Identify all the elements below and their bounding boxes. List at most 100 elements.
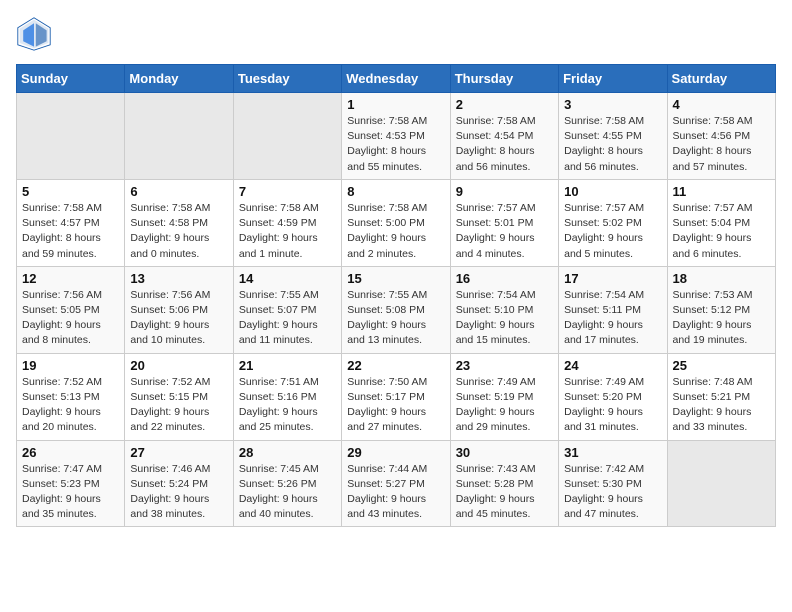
calendar-cell: 3 Sunrise: 7:58 AMSunset: 4:55 PMDaylight… <box>559 93 667 180</box>
day-number: 3 <box>564 97 661 112</box>
day-number: 24 <box>564 358 661 373</box>
day-number: 25 <box>673 358 770 373</box>
day-number: 17 <box>564 271 661 286</box>
calendar-table: SundayMondayTuesdayWednesdayThursdayFrid… <box>16 64 776 527</box>
day-info: Sunrise: 7:44 AMSunset: 5:27 PMDaylight:… <box>347 462 444 523</box>
day-number: 2 <box>456 97 553 112</box>
day-info: Sunrise: 7:58 AMSunset: 4:59 PMDaylight:… <box>239 201 336 262</box>
day-info: Sunrise: 7:43 AMSunset: 5:28 PMDaylight:… <box>456 462 553 523</box>
calendar-cell: 25 Sunrise: 7:48 AMSunset: 5:21 PMDayligh… <box>667 353 775 440</box>
day-number: 21 <box>239 358 336 373</box>
day-header-thursday: Thursday <box>450 65 558 93</box>
logo-icon <box>16 16 52 52</box>
page-header <box>16 16 776 52</box>
day-number: 8 <box>347 184 444 199</box>
day-number: 14 <box>239 271 336 286</box>
calendar-cell: 1 Sunrise: 7:58 AMSunset: 4:53 PMDaylight… <box>342 93 450 180</box>
day-info: Sunrise: 7:47 AMSunset: 5:23 PMDaylight:… <box>22 462 119 523</box>
calendar-cell: 14 Sunrise: 7:55 AMSunset: 5:07 PMDayligh… <box>233 266 341 353</box>
day-info: Sunrise: 7:52 AMSunset: 5:13 PMDaylight:… <box>22 375 119 436</box>
day-number: 10 <box>564 184 661 199</box>
day-number: 12 <box>22 271 119 286</box>
day-header-saturday: Saturday <box>667 65 775 93</box>
day-info: Sunrise: 7:55 AMSunset: 5:08 PMDaylight:… <box>347 288 444 349</box>
calendar-week-row: 19 Sunrise: 7:52 AMSunset: 5:13 PMDayligh… <box>17 353 776 440</box>
day-info: Sunrise: 7:57 AMSunset: 5:02 PMDaylight:… <box>564 201 661 262</box>
calendar-cell: 29 Sunrise: 7:44 AMSunset: 5:27 PMDayligh… <box>342 440 450 527</box>
day-number: 4 <box>673 97 770 112</box>
day-info: Sunrise: 7:57 AMSunset: 5:04 PMDaylight:… <box>673 201 770 262</box>
calendar-cell: 16 Sunrise: 7:54 AMSunset: 5:10 PMDayligh… <box>450 266 558 353</box>
day-number: 7 <box>239 184 336 199</box>
day-info: Sunrise: 7:52 AMSunset: 5:15 PMDaylight:… <box>130 375 227 436</box>
calendar-cell: 13 Sunrise: 7:56 AMSunset: 5:06 PMDayligh… <box>125 266 233 353</box>
day-info: Sunrise: 7:46 AMSunset: 5:24 PMDaylight:… <box>130 462 227 523</box>
calendar-cell: 26 Sunrise: 7:47 AMSunset: 5:23 PMDayligh… <box>17 440 125 527</box>
day-info: Sunrise: 7:58 AMSunset: 4:53 PMDaylight:… <box>347 114 444 175</box>
calendar-cell: 31 Sunrise: 7:42 AMSunset: 5:30 PMDayligh… <box>559 440 667 527</box>
calendar-cell: 11 Sunrise: 7:57 AMSunset: 5:04 PMDayligh… <box>667 179 775 266</box>
calendar-cell: 28Sunrise: 7:45 AMSunset: 5:26 PMDayligh… <box>233 440 341 527</box>
calendar-cell <box>125 93 233 180</box>
calendar-cell: 10 Sunrise: 7:57 AMSunset: 5:02 PMDayligh… <box>559 179 667 266</box>
logo <box>16 16 56 52</box>
day-number: 22 <box>347 358 444 373</box>
day-info: Sunrise: 7:49 AMSunset: 5:19 PMDaylight:… <box>456 375 553 436</box>
day-info: Sunrise: 7:56 AMSunset: 5:06 PMDaylight:… <box>130 288 227 349</box>
calendar-cell: 22 Sunrise: 7:50 AMSunset: 5:17 PMDayligh… <box>342 353 450 440</box>
calendar-cell: 23 Sunrise: 7:49 AMSunset: 5:19 PMDayligh… <box>450 353 558 440</box>
day-info: Sunrise: 7:45 AMSunset: 5:26 PMDaylight:… <box>239 462 336 523</box>
day-info: Sunrise: 7:54 AMSunset: 5:11 PMDaylight:… <box>564 288 661 349</box>
calendar-week-row: 12 Sunrise: 7:56 AMSunset: 5:05 PMDayligh… <box>17 266 776 353</box>
calendar-cell: 5 Sunrise: 7:58 AMSunset: 4:57 PMDaylight… <box>17 179 125 266</box>
calendar-cell: 9 Sunrise: 7:57 AMSunset: 5:01 PMDaylight… <box>450 179 558 266</box>
day-number: 16 <box>456 271 553 286</box>
day-info: Sunrise: 7:58 AMSunset: 4:58 PMDaylight:… <box>130 201 227 262</box>
day-header-tuesday: Tuesday <box>233 65 341 93</box>
calendar-cell: 19 Sunrise: 7:52 AMSunset: 5:13 PMDayligh… <box>17 353 125 440</box>
day-number: 9 <box>456 184 553 199</box>
calendar-week-row: 26 Sunrise: 7:47 AMSunset: 5:23 PMDayligh… <box>17 440 776 527</box>
calendar-cell: 8 Sunrise: 7:58 AMSunset: 5:00 PMDaylight… <box>342 179 450 266</box>
calendar-cell: 20 Sunrise: 7:52 AMSunset: 5:15 PMDayligh… <box>125 353 233 440</box>
day-info: Sunrise: 7:48 AMSunset: 5:21 PMDaylight:… <box>673 375 770 436</box>
calendar-week-row: 1 Sunrise: 7:58 AMSunset: 4:53 PMDaylight… <box>17 93 776 180</box>
day-info: Sunrise: 7:42 AMSunset: 5:30 PMDaylight:… <box>564 462 661 523</box>
day-number: 23 <box>456 358 553 373</box>
calendar-week-row: 5 Sunrise: 7:58 AMSunset: 4:57 PMDaylight… <box>17 179 776 266</box>
day-info: Sunrise: 7:53 AMSunset: 5:12 PMDaylight:… <box>673 288 770 349</box>
calendar-cell: 2Sunrise: 7:58 AMSunset: 4:54 PMDaylight… <box>450 93 558 180</box>
day-number: 31 <box>564 445 661 460</box>
calendar-cell <box>233 93 341 180</box>
calendar-cell <box>17 93 125 180</box>
calendar-cell: 18Sunrise: 7:53 AMSunset: 5:12 PMDayligh… <box>667 266 775 353</box>
day-info: Sunrise: 7:58 AMSunset: 5:00 PMDaylight:… <box>347 201 444 262</box>
day-number: 6 <box>130 184 227 199</box>
day-info: Sunrise: 7:50 AMSunset: 5:17 PMDaylight:… <box>347 375 444 436</box>
calendar-cell: 7 Sunrise: 7:58 AMSunset: 4:59 PMDaylight… <box>233 179 341 266</box>
day-number: 11 <box>673 184 770 199</box>
day-number: 13 <box>130 271 227 286</box>
day-info: Sunrise: 7:58 AMSunset: 4:55 PMDaylight:… <box>564 114 661 175</box>
calendar-cell: 17 Sunrise: 7:54 AMSunset: 5:11 PMDayligh… <box>559 266 667 353</box>
calendar-cell: 15Sunrise: 7:55 AMSunset: 5:08 PMDayligh… <box>342 266 450 353</box>
calendar-cell: 30Sunrise: 7:43 AMSunset: 5:28 PMDayligh… <box>450 440 558 527</box>
day-number: 20 <box>130 358 227 373</box>
day-header-wednesday: Wednesday <box>342 65 450 93</box>
day-header-sunday: Sunday <box>17 65 125 93</box>
day-number: 27 <box>130 445 227 460</box>
day-info: Sunrise: 7:54 AMSunset: 5:10 PMDaylight:… <box>456 288 553 349</box>
day-number: 26 <box>22 445 119 460</box>
day-number: 29 <box>347 445 444 460</box>
calendar-cell: 12 Sunrise: 7:56 AMSunset: 5:05 PMDayligh… <box>17 266 125 353</box>
day-info: Sunrise: 7:56 AMSunset: 5:05 PMDaylight:… <box>22 288 119 349</box>
day-number: 5 <box>22 184 119 199</box>
day-info: Sunrise: 7:57 AMSunset: 5:01 PMDaylight:… <box>456 201 553 262</box>
calendar-header-row: SundayMondayTuesdayWednesdayThursdayFrid… <box>17 65 776 93</box>
calendar-cell: 21Sunrise: 7:51 AMSunset: 5:16 PMDayligh… <box>233 353 341 440</box>
day-header-friday: Friday <box>559 65 667 93</box>
day-info: Sunrise: 7:58 AMSunset: 4:57 PMDaylight:… <box>22 201 119 262</box>
day-number: 19 <box>22 358 119 373</box>
day-info: Sunrise: 7:55 AMSunset: 5:07 PMDaylight:… <box>239 288 336 349</box>
day-number: 1 <box>347 97 444 112</box>
